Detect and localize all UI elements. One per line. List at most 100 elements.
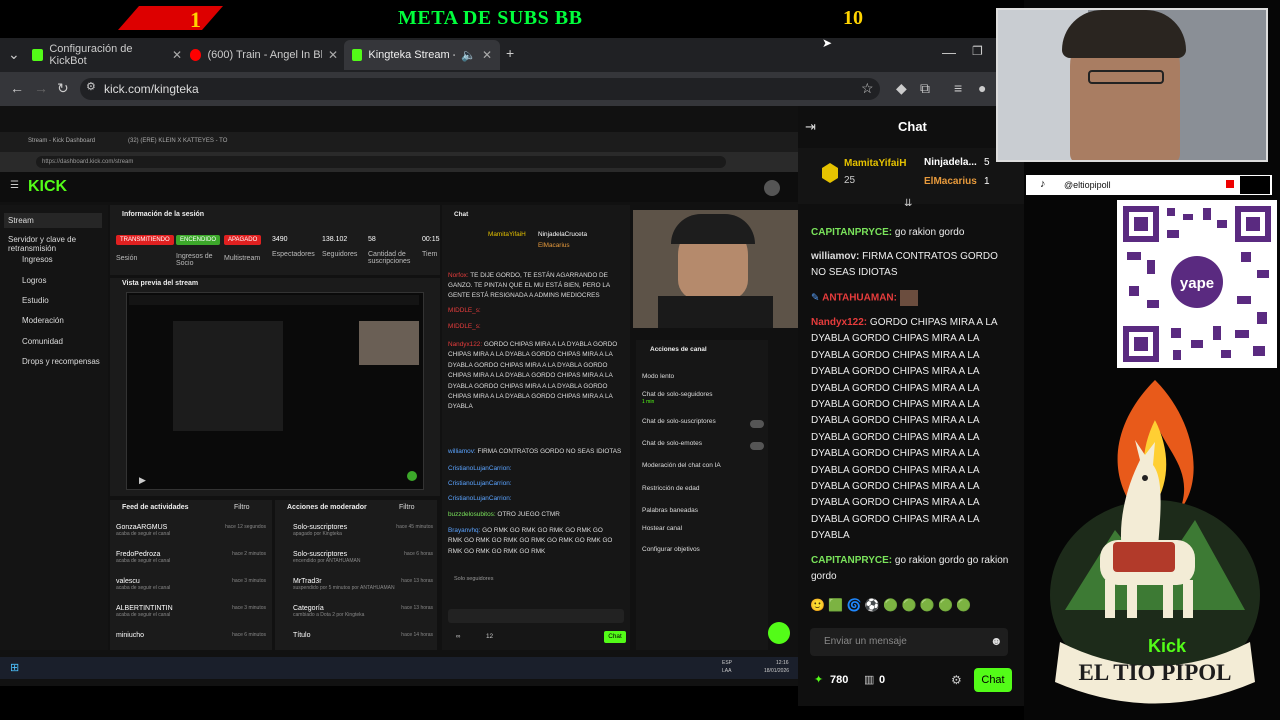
lang-indicator: ESP [722, 660, 733, 666]
action-configure-goals[interactable]: Configurar objetivos [642, 546, 700, 553]
feed-time: hace 3 minutos [232, 578, 266, 584]
action-host-channel[interactable]: Hostear canal [642, 525, 682, 532]
sidebar-item-studio: Estudio [22, 296, 49, 305]
windows-start-icon[interactable]: ⊞ [10, 661, 19, 674]
emote-icon[interactable]: ⚽ [865, 598, 880, 612]
dash-chat-send-button[interactable]: Chat [604, 631, 626, 643]
chat-mode: Solo seguidores [454, 576, 494, 582]
sidebar-item-server: Servidor y clave de retransmisión [8, 235, 77, 253]
emote-icon[interactable]: 🟢 [920, 598, 935, 612]
pinned-chevron-icon[interactable]: ⇊ [904, 198, 912, 209]
gift-count[interactable]: 0 [879, 674, 885, 686]
action-followers-only[interactable]: Chat de solo-seguidores [642, 391, 712, 398]
profile-icon[interactable]: ● [978, 80, 986, 96]
emote-icon[interactable]: 🟢 [938, 598, 953, 612]
streamer-hair [1062, 10, 1186, 58]
mod-time: hace 13 horas [401, 578, 433, 584]
minimize-icon[interactable]: — [942, 44, 956, 60]
chat-username[interactable]: CAPITANPRYCE: [811, 555, 892, 566]
bookmark-star-icon[interactable]: ☆ [861, 80, 874, 97]
status-badge: ENCENDIDO [176, 235, 221, 245]
collapse-chat-icon[interactable]: ⇥ [805, 119, 816, 135]
chat-username[interactable]: ANTAHUAMAN: [822, 293, 897, 304]
channel-points-count[interactable]: 780 [830, 674, 848, 686]
gifter-name[interactable]: Ninjadela... [924, 157, 977, 168]
sidebar-item-drops: Drops y recompensas [22, 357, 100, 366]
sidebar-item-stream: Stream [4, 213, 102, 228]
list-item: FredoPedroza acaba de seguir el canal ha… [116, 551, 266, 564]
action-emotes-only[interactable]: Chat de solo-emotes [642, 440, 702, 447]
subs-only-toggle[interactable] [750, 420, 764, 428]
emoji-picker-icon[interactable]: ☻ [990, 634, 1003, 648]
emotes-only-toggle[interactable] [750, 442, 764, 450]
qr-pattern-icon: yape [1123, 206, 1271, 362]
tab-kickbot-config[interactable]: Configuración de KickBot ✕ [32, 43, 182, 67]
speaker-icon[interactable]: 🔈 [461, 48, 476, 62]
taskbar-date: 18/01/2026 [764, 668, 790, 674]
streamer-shirt [658, 296, 773, 328]
action-age-restriction[interactable]: Restricción de edad [642, 485, 699, 492]
extension-icon[interactable]: ◆ [896, 80, 907, 97]
tab-kingteka-stream[interactable]: Kingteka Stream - Watch Li 🔈 ✕ [344, 40, 500, 70]
el-tio-pipol-llama-logo: Kick EL TIO PIPOL [1045, 380, 1265, 710]
gifter-name[interactable]: ElMacarius [924, 176, 977, 187]
help-fab-icon[interactable] [768, 622, 790, 644]
feed-action: acaba de seguir el canal [116, 585, 171, 591]
list-item: ALBERTINTINTIN acaba de seguir el canal … [116, 605, 266, 618]
feed-filter-button[interactable]: Filtro [234, 504, 250, 511]
new-tab-icon[interactable]: + [506, 45, 514, 61]
media-icon[interactable]: ≡ [954, 80, 962, 96]
dashboard-header [0, 172, 798, 202]
close-tab-icon[interactable]: ✕ [172, 48, 182, 62]
send-chat-button[interactable]: Chat [974, 668, 1012, 692]
tab-youtube-train[interactable]: (600) Train - Angel In Blue Jean ✕ [190, 44, 338, 66]
top-gifter-name[interactable]: MamitaYifaiH [844, 158, 906, 169]
chat-user: williamov: [448, 448, 476, 455]
site-info-icon[interactable]: ⚙ [86, 80, 96, 93]
action-ai-moderation[interactable]: Moderación del chat con IA [642, 462, 721, 469]
feed-action: acaba de seguir el canal [116, 558, 171, 564]
reload-icon[interactable]: ↻ [57, 80, 69, 97]
emote-icon[interactable]: 🟩 [828, 598, 843, 612]
stat-label: Tiem [422, 251, 438, 258]
forward-icon[interactable]: → [34, 80, 48, 96]
tiktok-icon: ♪ [1040, 178, 1046, 190]
tab-list-icon[interactable]: ⌄ [8, 46, 20, 63]
recent-emotes-row[interactable]: 🙂 🟩 🌀 ⚽ 🟢 🟢 🟢 🟢 🟢 [810, 598, 1020, 618]
address-bar[interactable]: kick.com/kingteka [80, 78, 880, 100]
viewer-count: 12 [486, 633, 494, 640]
chat-username[interactable]: CAPITANPRYCE: [811, 227, 892, 238]
emote-icon[interactable]: 🙂 [810, 598, 825, 612]
stat-label: Sesión [116, 255, 138, 262]
inner-address-bar: https://dashboard.kick.com/stream [0, 152, 798, 172]
puzzle-icon[interactable]: ⧉ [920, 80, 930, 97]
emote-icon[interactable]: 🟢 [956, 598, 971, 612]
emote-icon[interactable]: 🟢 [883, 598, 898, 612]
back-icon[interactable]: ← [10, 80, 24, 96]
chat-username[interactable]: williamov: [811, 251, 859, 262]
nested-webcam [359, 321, 419, 365]
play-icon[interactable]: ▶ [139, 475, 146, 486]
list-item: valescu acaba de seguir el canal hace 3 … [116, 578, 266, 591]
emote-icon[interactable]: 🌀 [847, 598, 862, 612]
action-slow-mode[interactable]: Modo lento [642, 373, 674, 380]
restore-icon[interactable]: ❐ [972, 44, 983, 58]
live-dot-icon [407, 471, 417, 481]
mod-sub: apagado por Kingteka [293, 531, 342, 537]
chat-message-input[interactable]: Enviar un mensaje [810, 628, 1008, 656]
chat-username[interactable]: Nandyx122: [811, 317, 867, 328]
action-banned-words[interactable]: Palabras baneadas [642, 507, 698, 514]
chat-settings-icon[interactable]: ⚙ [951, 673, 962, 687]
mods-filter-button[interactable]: Filtro [399, 504, 415, 511]
chat-user: buzzdelosubitos: [448, 511, 496, 518]
dash-chat-input[interactable] [448, 609, 624, 623]
close-tab-icon[interactable]: ✕ [482, 48, 492, 62]
preview-video[interactable]: ▶ [126, 292, 424, 490]
channel-points-icon: ✦ [814, 674, 824, 686]
llama-name-text: EL TIO PIPOL [1079, 660, 1232, 685]
action-subs-only[interactable]: Chat de solo-suscriptores [642, 418, 716, 425]
actions-title: Acciones de canal [650, 346, 707, 353]
inner-tab-bar: Stream - Kick Dashboard (32) (ERE) KLEIN… [0, 132, 798, 152]
emote-icon[interactable]: 🟢 [901, 598, 916, 612]
close-tab-icon[interactable]: ✕ [328, 48, 338, 62]
